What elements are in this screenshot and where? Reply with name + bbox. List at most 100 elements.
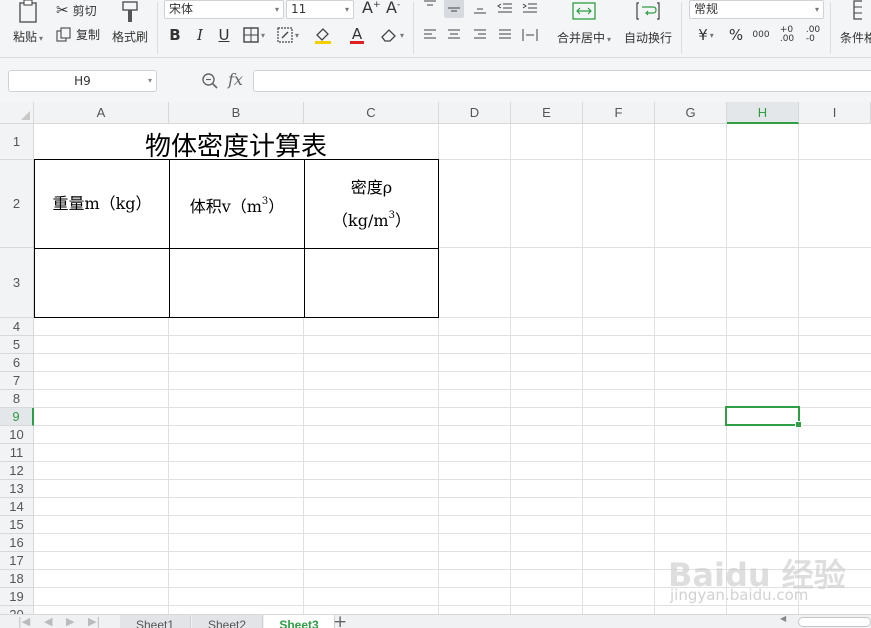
- align-center-icon: [448, 29, 460, 39]
- column-header-h[interactable]: H: [727, 102, 799, 124]
- column-header-b[interactable]: B: [169, 102, 304, 124]
- format-painter-icon: [122, 1, 138, 22]
- row-header-14[interactable]: 14: [0, 498, 34, 516]
- copy-button[interactable]: 复制: [56, 26, 100, 43]
- chevron-down-icon: ▾: [147, 76, 152, 85]
- distributed-button[interactable]: [520, 25, 540, 45]
- sheet-tab-sheet3[interactable]: Sheet3: [264, 615, 335, 628]
- border-button[interactable]: ▾: [240, 24, 268, 46]
- scroll-thumb[interactable]: [798, 617, 871, 627]
- wrap-text-button[interactable]: 自动换行: [622, 0, 674, 50]
- increase-font-button[interactable]: A+: [362, 0, 381, 17]
- decrease-font-button[interactable]: A-: [386, 0, 400, 17]
- horizontal-scrollbar[interactable]: ◀: [780, 615, 871, 627]
- row-header-18[interactable]: 18: [0, 570, 34, 588]
- copy-icon: [56, 26, 71, 42]
- selected-cell-h9[interactable]: [725, 406, 802, 428]
- align-middle-button[interactable]: [444, 0, 464, 18]
- row-header-17[interactable]: 17: [0, 552, 34, 570]
- align-bottom-button[interactable]: [470, 0, 490, 18]
- currency-button[interactable]: ¥ ▾: [692, 24, 720, 46]
- scroll-left-icon[interactable]: ◀: [780, 615, 786, 623]
- paste-button[interactable]: 粘贴 ▾: [10, 0, 46, 50]
- row-header-19[interactable]: 19: [0, 588, 34, 606]
- row-header-20[interactable]: 20: [0, 606, 34, 614]
- justify-button[interactable]: [495, 25, 515, 45]
- italic-button[interactable]: I: [191, 24, 209, 46]
- prev-sheet-arrow-icon[interactable]: ◀: [44, 615, 52, 628]
- merge-center-button[interactable]: 合并居中 ▾: [554, 0, 614, 50]
- decrease-indent-button[interactable]: [495, 0, 515, 18]
- align-left-button[interactable]: [420, 25, 440, 45]
- ribbon-separator: [413, 2, 414, 54]
- column-header-a[interactable]: A: [34, 102, 169, 124]
- gridline: [34, 497, 871, 498]
- row-header-6[interactable]: 6: [0, 354, 34, 372]
- row-header-16[interactable]: 16: [0, 534, 34, 552]
- cut-button[interactable]: ✂ 剪切: [56, 1, 97, 19]
- align-right-button[interactable]: [470, 25, 490, 45]
- next-sheet-arrow-icon[interactable]: ▶: [66, 615, 74, 628]
- column-header-f[interactable]: F: [583, 102, 655, 124]
- row-header-15[interactable]: 15: [0, 516, 34, 534]
- row-header-12[interactable]: 12: [0, 462, 34, 480]
- name-box[interactable]: H9 ▾: [8, 70, 157, 92]
- row-header-5[interactable]: 5: [0, 336, 34, 354]
- formula-input[interactable]: [253, 70, 871, 92]
- merge-icon: [572, 2, 596, 20]
- magnifier-icon: [202, 73, 218, 89]
- thousands-button[interactable]: 000: [750, 24, 772, 46]
- last-sheet-arrow-icon[interactable]: ▶|: [88, 615, 100, 628]
- conditional-format-icon: [853, 0, 862, 20]
- sheet-tab-sheet2[interactable]: Sheet2: [192, 615, 263, 628]
- row-header-2[interactable]: 2: [0, 160, 34, 248]
- increase-indent-button[interactable]: [520, 0, 540, 18]
- header-weight-cell[interactable]: 重量m（kg）: [35, 160, 169, 248]
- underline-button[interactable]: U: [215, 24, 233, 46]
- row-header-9[interactable]: 9: [0, 408, 34, 426]
- header-volume-cell[interactable]: 体积v（m3）: [170, 160, 304, 248]
- column-header-i[interactable]: I: [799, 102, 871, 124]
- volume-value-cell[interactable]: [170, 249, 304, 317]
- font-name-select[interactable]: 宋体 ▾: [164, 0, 284, 19]
- column-header-e[interactable]: E: [511, 102, 583, 124]
- density-value-cell[interactable]: [305, 249, 438, 317]
- clear-format-button[interactable]: ▾: [378, 24, 406, 46]
- zoom-search-button[interactable]: [201, 72, 219, 93]
- fill-color-button[interactable]: [308, 24, 338, 46]
- row-header-11[interactable]: 11: [0, 444, 34, 462]
- sheet-tab-sheet1[interactable]: Sheet1: [120, 615, 191, 628]
- column-header-g[interactable]: G: [655, 102, 727, 124]
- row-header-10[interactable]: 10: [0, 426, 34, 444]
- font-color-button[interactable]: A: [343, 24, 371, 46]
- row-header-3[interactable]: 3: [0, 248, 34, 318]
- align-center-button[interactable]: [444, 25, 464, 45]
- row-header-7[interactable]: 7: [0, 372, 34, 390]
- add-sheet-icon[interactable]: +: [333, 615, 347, 628]
- column-header-c[interactable]: C: [304, 102, 439, 124]
- decrease-decimal-button[interactable]: .00 -0: [802, 24, 824, 46]
- increase-decimal-button[interactable]: +0.00: [776, 24, 798, 46]
- weight-value-cell[interactable]: [35, 249, 169, 317]
- row-header-1[interactable]: 1: [0, 124, 34, 160]
- font-size-select[interactable]: 11 ▾: [286, 0, 354, 19]
- watermark-url: jingyan.baidu.com: [670, 586, 809, 604]
- select-all-button[interactable]: [0, 102, 34, 124]
- column-header-d[interactable]: D: [439, 102, 511, 124]
- number-format-select[interactable]: 常规 ▾: [689, 0, 824, 19]
- volume-text: 体积v（m: [189, 196, 262, 216]
- row-header-4[interactable]: 4: [0, 318, 34, 336]
- first-sheet-arrow-icon[interactable]: |◀: [18, 615, 30, 628]
- bold-button[interactable]: B: [166, 24, 184, 46]
- cell-style-button[interactable]: ▾: [274, 24, 302, 46]
- row-header-13[interactable]: 13: [0, 480, 34, 498]
- align-top-button[interactable]: [420, 0, 440, 16]
- header-density-cell[interactable]: 密度ρ （kg/m3）: [305, 160, 438, 248]
- insert-function-button[interactable]: fx: [228, 70, 243, 89]
- percent-button[interactable]: %: [727, 24, 745, 46]
- table-title[interactable]: 物体密度计算表: [34, 124, 438, 162]
- increase-decimal-icon: +0.00: [779, 25, 795, 44]
- row-header-8[interactable]: 8: [0, 390, 34, 408]
- format-painter-button[interactable]: 格式刷: [110, 0, 150, 50]
- conditional-format-button[interactable]: 条件格: [840, 0, 871, 50]
